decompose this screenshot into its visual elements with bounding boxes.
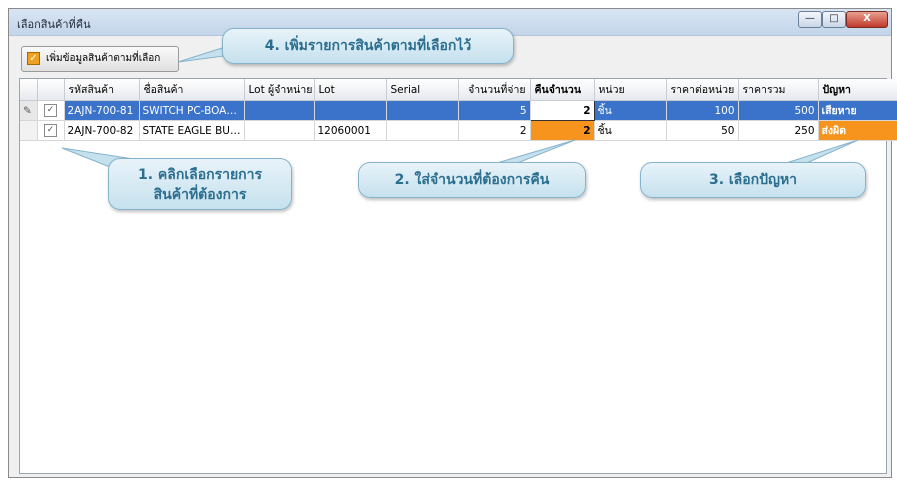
- col-serial[interactable]: Serial: [386, 79, 459, 101]
- cell-total: 250: [738, 120, 819, 141]
- cell-product-name: STATE EAGLE BU…: [139, 120, 245, 141]
- col-product-name[interactable]: ชื่อสินค้า: [139, 79, 245, 101]
- cell-unit: ชิ้น: [594, 100, 667, 121]
- callout-step4: 4. เพิ่มรายการสินค้าตามที่เลือกไว้: [222, 28, 514, 64]
- col-vendor-lot[interactable]: Lot ผู้จำหน่าย: [244, 79, 315, 101]
- close-button[interactable]: X: [846, 11, 888, 28]
- callout-step1-line2: สินค้าที่ต้องการ: [153, 187, 247, 203]
- add-selected-items-label: เพิ่มข้อมูลสินค้าตามที่เลือก: [46, 53, 161, 64]
- row-indicator: [20, 120, 38, 141]
- cell-product-code: 2AJN-700-82: [64, 120, 140, 141]
- add-selected-items-button[interactable]: ✓ เพิ่มข้อมูลสินค้าตามที่เลือก: [21, 46, 179, 72]
- table-row[interactable]: ✓ 2AJN-700-82 STATE EAGLE BU… 12060001 2…: [20, 120, 897, 141]
- col-qty-issued[interactable]: จำนวนที่จ่าย: [458, 79, 531, 101]
- cell-return-qty-input[interactable]: 2: [529, 100, 595, 121]
- cell-qty-issued: 5: [458, 100, 531, 121]
- callout-step2: 2. ใส่จำนวนที่ต้องการคืน: [358, 162, 586, 198]
- minimize-button[interactable]: —: [798, 11, 822, 28]
- checkmark-icon: ✓: [44, 124, 57, 137]
- col-problem[interactable]: ปัญหา: [818, 79, 897, 101]
- cell-vendor-lot[interactable]: [244, 120, 315, 141]
- row-edit-indicator-icon: ✎: [20, 100, 38, 121]
- cell-return-qty-input[interactable]: 2: [530, 120, 595, 141]
- col-unit[interactable]: หน่วย: [594, 79, 667, 101]
- col-return-qty[interactable]: คืนจำนวน: [530, 79, 595, 101]
- col-lot[interactable]: Lot: [314, 79, 387, 101]
- header-row: รหัสสินค้า ชื่อสินค้า Lot ผู้จำหน่าย Lot…: [20, 79, 897, 101]
- checkmark-icon: ✓: [44, 104, 57, 117]
- dialog-window: เลือกสินค้าที่คืน — □ X ✓ เพิ่มข้อมูลสิน…: [8, 8, 897, 478]
- col-unit-price[interactable]: ราคาต่อหน่วย: [666, 79, 739, 101]
- cell-serial[interactable]: [386, 120, 459, 141]
- cell-problem-select[interactable]: เสียหาย: [818, 100, 897, 121]
- col-total[interactable]: ราคารวม: [738, 79, 819, 101]
- col-product-code[interactable]: รหัสสินค้า: [64, 79, 140, 101]
- callout-step1: 1. คลิกเลือกรายการ สินค้าที่ต้องการ: [108, 158, 292, 210]
- cell-lot[interactable]: 12060001: [314, 120, 387, 141]
- col-row-indicator: [20, 79, 38, 101]
- callout-step1-line1: 1. คลิกเลือกรายการ: [137, 167, 263, 183]
- product-table: รหัสสินค้า ชื่อสินค้า Lot ผู้จำหน่าย Lot…: [20, 79, 897, 141]
- maximize-button[interactable]: □: [822, 11, 846, 28]
- cell-total: 500: [738, 100, 819, 121]
- cell-lot[interactable]: [314, 100, 387, 121]
- window-title: เลือกสินค้าที่คืน: [17, 18, 91, 31]
- cell-product-code: 2AJN-700-81: [64, 100, 140, 121]
- row-select-checkbox[interactable]: ✓: [37, 120, 65, 141]
- cell-unit-price: 50: [666, 120, 739, 141]
- checkbox-icon: ✓: [27, 52, 40, 65]
- cell-serial[interactable]: [386, 100, 459, 121]
- cell-unit-price: 100: [666, 100, 739, 121]
- cell-vendor-lot[interactable]: [244, 100, 315, 121]
- col-select[interactable]: [37, 79, 65, 101]
- product-grid[interactable]: รหัสสินค้า ชื่อสินค้า Lot ผู้จำหน่าย Lot…: [19, 78, 897, 474]
- cell-product-name: SWITCH PC-BOA…: [139, 100, 245, 121]
- row-select-checkbox[interactable]: ✓: [37, 100, 65, 121]
- table-row[interactable]: ✎ ✓ 2AJN-700-81 SWITCH PC-BOA… 5 2 ชิ้น …: [20, 100, 897, 121]
- callout-step3: 3. เลือกปัญหา: [640, 162, 866, 198]
- cell-problem-select[interactable]: ส่งผิด: [818, 120, 897, 141]
- cell-unit: ชิ้น: [594, 120, 667, 141]
- dialog-content: ✓ เพิ่มข้อมูลสินค้าตามที่เลือก รหัสสินค้…: [9, 36, 897, 477]
- cell-qty-issued: 2: [458, 120, 531, 141]
